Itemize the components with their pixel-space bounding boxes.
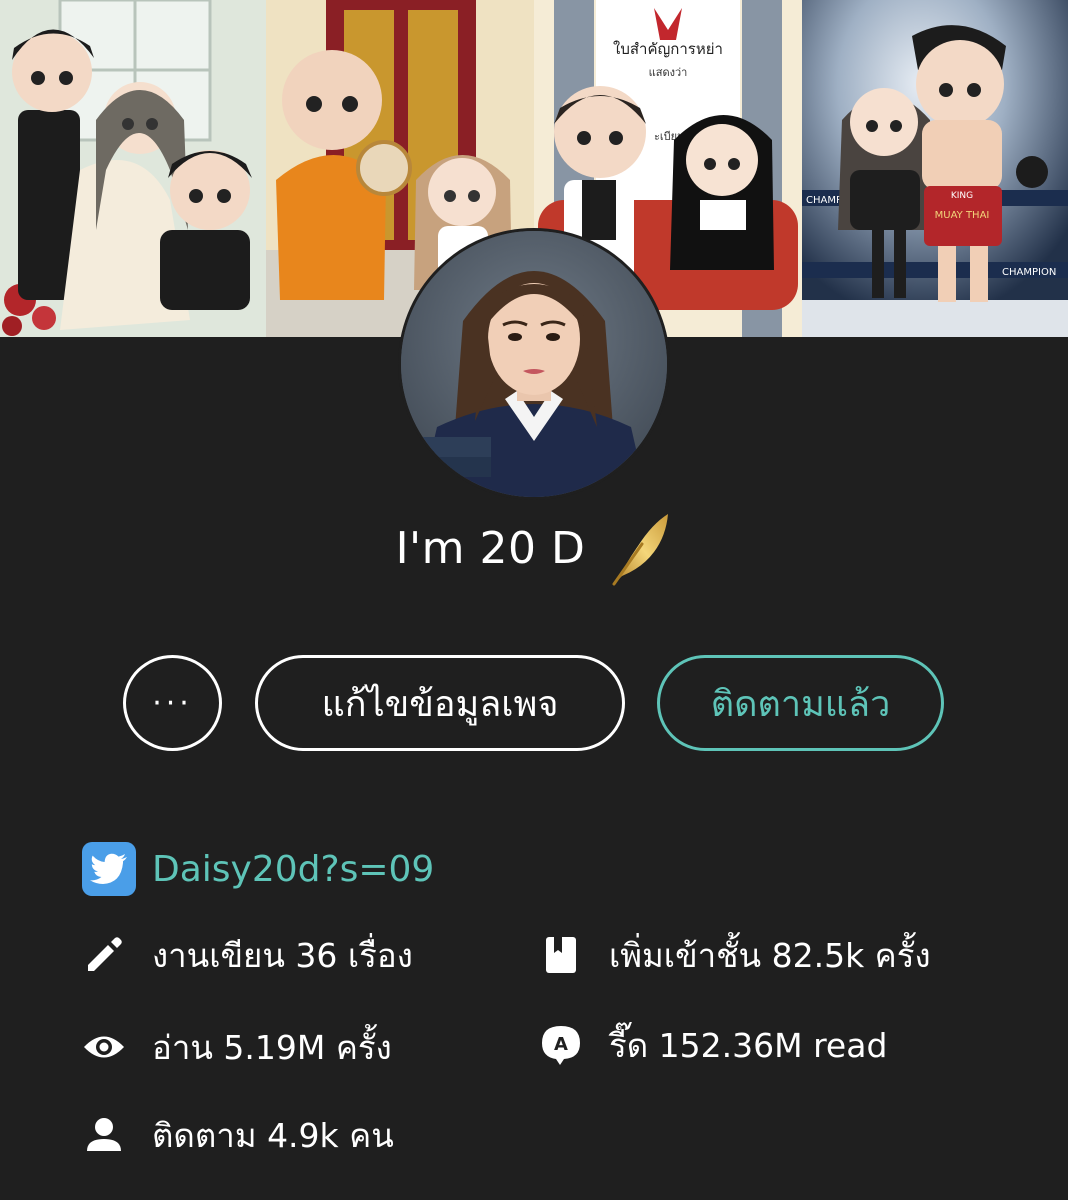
eye-icon (82, 1025, 126, 1069)
twitter-icon (82, 842, 136, 896)
avatar-portrait (401, 231, 667, 497)
cover-shorts-text-2: MUAY THAI (935, 210, 990, 221)
profile-avatar[interactable] (398, 228, 670, 500)
cover-champion-text-2: CHAMPION (1002, 267, 1056, 278)
bookmark-book-icon (539, 933, 583, 977)
cover-panel-1 (0, 0, 266, 337)
cover-doc-subtitle: แสดงว่า (649, 66, 688, 79)
stat-reads-text: อ่าน 5.19M ครั้ง (152, 1027, 392, 1067)
cover-panel-4: CHAMPION CHAMPION KING MUAY THAI (802, 0, 1068, 337)
pencil-icon (82, 933, 126, 977)
svg-text:A: A (554, 1034, 568, 1055)
stat-read-total-text: รี๊ด 152.36M read (609, 1025, 888, 1065)
edit-page-button[interactable]: แก้ไขข้อมูลเพจ (255, 655, 625, 751)
stat-followers: ติดตาม 4.9k คน (82, 1110, 394, 1160)
following-button[interactable]: ติดตามแล้ว (657, 655, 944, 751)
stat-library-text: เพิ่มเข้าชั้น 82.5k ครั้ง (609, 935, 931, 975)
gold-feather-icon (608, 510, 672, 586)
stat-read-total: A รี๊ด 152.36M read (539, 1020, 887, 1070)
twitter-link[interactable]: Daisy20d?s=09 (82, 842, 434, 896)
stat-reads: อ่าน 5.19M ครั้ง (82, 1022, 392, 1072)
stat-works-text: งานเขียน 36 เรื่อง (152, 935, 413, 975)
cover-shorts-text: KING (951, 191, 973, 201)
cover-doc-title: ใบสำคัญการหย่า (613, 40, 723, 58)
more-options-button[interactable]: ··· (123, 655, 222, 751)
profile-name-row: I'm 20 D (0, 510, 1068, 586)
person-icon (82, 1113, 126, 1157)
reaction-bubble-icon: A (539, 1023, 583, 1067)
stat-library: เพิ่มเข้าชั้น 82.5k ครั้ง (539, 930, 931, 980)
stat-works: งานเขียน 36 เรื่อง (82, 930, 413, 980)
profile-name: I'm 20 D (395, 522, 586, 574)
twitter-handle: Daisy20d?s=09 (152, 848, 435, 890)
stat-followers-text: ติดตาม 4.9k คน (152, 1115, 394, 1155)
more-options-icon: ··· (152, 685, 193, 721)
